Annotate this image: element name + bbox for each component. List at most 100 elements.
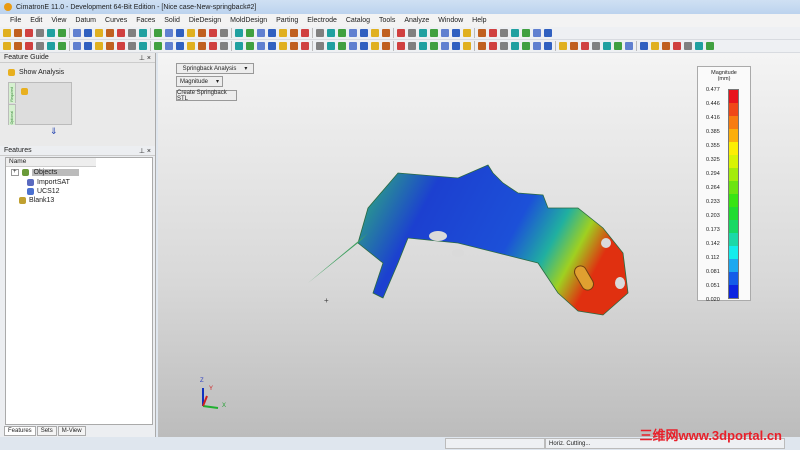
tab-sets[interactable]: Sets [36,426,57,436]
toolbar-tool-icon[interactable] [478,29,486,37]
toolbar-tool-icon[interactable] [651,42,659,50]
toolbar-tool-icon[interactable] [139,42,147,50]
tab-features[interactable]: Features [4,426,36,436]
toolbar-tool-icon[interactable] [625,42,633,50]
pin-close-icon[interactable]: ⊥ × [139,147,151,155]
menu-parting[interactable]: Parting [276,17,298,24]
menu-analyze[interactable]: Analyze [404,17,429,24]
toolbar-tool-icon[interactable] [165,42,173,50]
toolbar-tool-icon[interactable] [452,29,460,37]
toolbar-tool-icon[interactable] [592,42,600,50]
toolbar-tool-icon[interactable] [290,42,298,50]
toolbar-tool-icon[interactable] [397,42,405,50]
toolbar-tool-icon[interactable] [559,42,567,50]
toolbar-tool-icon[interactable] [301,42,309,50]
menu-datum[interactable]: Datum [75,17,96,24]
expand-icon[interactable]: + [11,169,19,176]
toolbar-tool-icon[interactable] [198,42,206,50]
toolbar-tool-icon[interactable] [279,42,287,50]
toolbar-tool-icon[interactable] [695,42,703,50]
toolbar-tool-icon[interactable] [419,29,427,37]
toolbar-tool-icon[interactable] [117,29,125,37]
toolbar-tool-icon[interactable] [73,29,81,37]
menu-help[interactable]: Help [472,17,486,24]
toolbar-tool-icon[interactable] [489,29,497,37]
menu-edit[interactable]: Edit [30,17,42,24]
toolbar-tool-icon[interactable] [209,42,217,50]
toolbar-tool-icon[interactable] [614,42,622,50]
pin-close-icon[interactable]: ⊥ × [139,54,151,62]
tree-node-blank13[interactable]: Blank13 [19,197,54,204]
toolbar-tool-icon[interactable] [478,42,486,50]
toolbar-tool-icon[interactable] [58,42,66,50]
toolbar-tool-icon[interactable] [139,29,147,37]
toolbar-tool-icon[interactable] [84,29,92,37]
toolbar-tool-icon[interactable] [662,42,670,50]
toolbar-tool-icon[interactable] [522,42,530,50]
toolbar-tool-icon[interactable] [533,42,541,50]
toolbar-tool-icon[interactable] [301,29,309,37]
toolbar-tool-icon[interactable] [235,42,243,50]
toolbar-tool-icon[interactable] [25,29,33,37]
toolbar-tool-icon[interactable] [246,29,254,37]
menu-window[interactable]: Window [438,17,463,24]
toolbar-tool-icon[interactable] [408,42,416,50]
apply-arrow-icon[interactable]: ⇓ [50,126,58,137]
toolbar-tool-icon[interactable] [338,29,346,37]
menu-diedesign[interactable]: DieDesign [189,17,221,24]
toolbar-tool-icon[interactable] [279,29,287,37]
toolbar-tool-icon[interactable] [117,42,125,50]
toolbar-tool-icon[interactable] [441,29,449,37]
toolbar-tool-icon[interactable] [419,42,427,50]
toolbar-tool-icon[interactable] [73,42,81,50]
toolbar-tool-icon[interactable] [581,42,589,50]
toolbar-tool-icon[interactable] [489,42,497,50]
show-analysis-item[interactable]: Show Analysis [8,69,64,76]
toolbar-tool-icon[interactable] [95,42,103,50]
toolbar-tool-icon[interactable] [327,29,335,37]
toolbar-tool-icon[interactable] [511,29,519,37]
toolbar-tool-icon[interactable] [176,29,184,37]
toolbar-tool-icon[interactable] [500,42,508,50]
toolbar-tool-icon[interactable] [268,42,276,50]
3d-viewport[interactable]: Springback Analysis ▾ Magnitude ▾ Create S… [158,53,800,437]
menu-file[interactable]: File [10,17,21,24]
menu-solid[interactable]: Solid [164,17,180,24]
menu-catalog[interactable]: Catalog [346,17,370,24]
toolbar-tool-icon[interactable] [176,42,184,50]
toolbar-tool-icon[interactable] [257,29,265,37]
toolbar-tool-icon[interactable] [544,29,552,37]
toolbar-tool-icon[interactable] [47,42,55,50]
optional-tab[interactable]: Optional [9,104,16,125]
toolbar-tool-icon[interactable] [382,42,390,50]
tree-node-ucs12[interactable]: UCS12 [27,188,60,195]
toolbar-tool-icon[interactable] [684,42,692,50]
toolbar-tool-icon[interactable] [371,42,379,50]
toolbar-tool-icon[interactable] [128,42,136,50]
toolbar-tool-icon[interactable] [154,42,162,50]
menu-molddesign[interactable]: MoldDesign [230,17,267,24]
toolbar-tool-icon[interactable] [430,29,438,37]
toolbar-tool-icon[interactable] [257,42,265,50]
tree-node-importsat[interactable]: ImportSAT [27,179,70,186]
toolbar-tool-icon[interactable] [500,29,508,37]
toolbar-tool-icon[interactable] [14,29,22,37]
toolbar-tool-icon[interactable] [128,29,136,37]
toolbar-tool-icon[interactable] [36,42,44,50]
toolbar-tool-icon[interactable] [220,42,228,50]
toolbar-tool-icon[interactable] [58,29,66,37]
toolbar-tool-icon[interactable] [106,42,114,50]
toolbar-tool-icon[interactable] [316,42,324,50]
menu-tools[interactable]: Tools [379,17,395,24]
toolbar-tool-icon[interactable] [84,42,92,50]
toolbar-tool-icon[interactable] [673,42,681,50]
toolbar-tool-icon[interactable] [47,29,55,37]
toolbar-tool-icon[interactable] [235,29,243,37]
toolbar-tool-icon[interactable] [220,29,228,37]
toolbar-tool-icon[interactable] [640,42,648,50]
toolbar-tool-icon[interactable] [371,29,379,37]
toolbar-tool-icon[interactable] [165,29,173,37]
toolbar-tool-icon[interactable] [316,29,324,37]
required-tab[interactable]: Required [9,83,16,103]
toolbar-tool-icon[interactable] [511,42,519,50]
